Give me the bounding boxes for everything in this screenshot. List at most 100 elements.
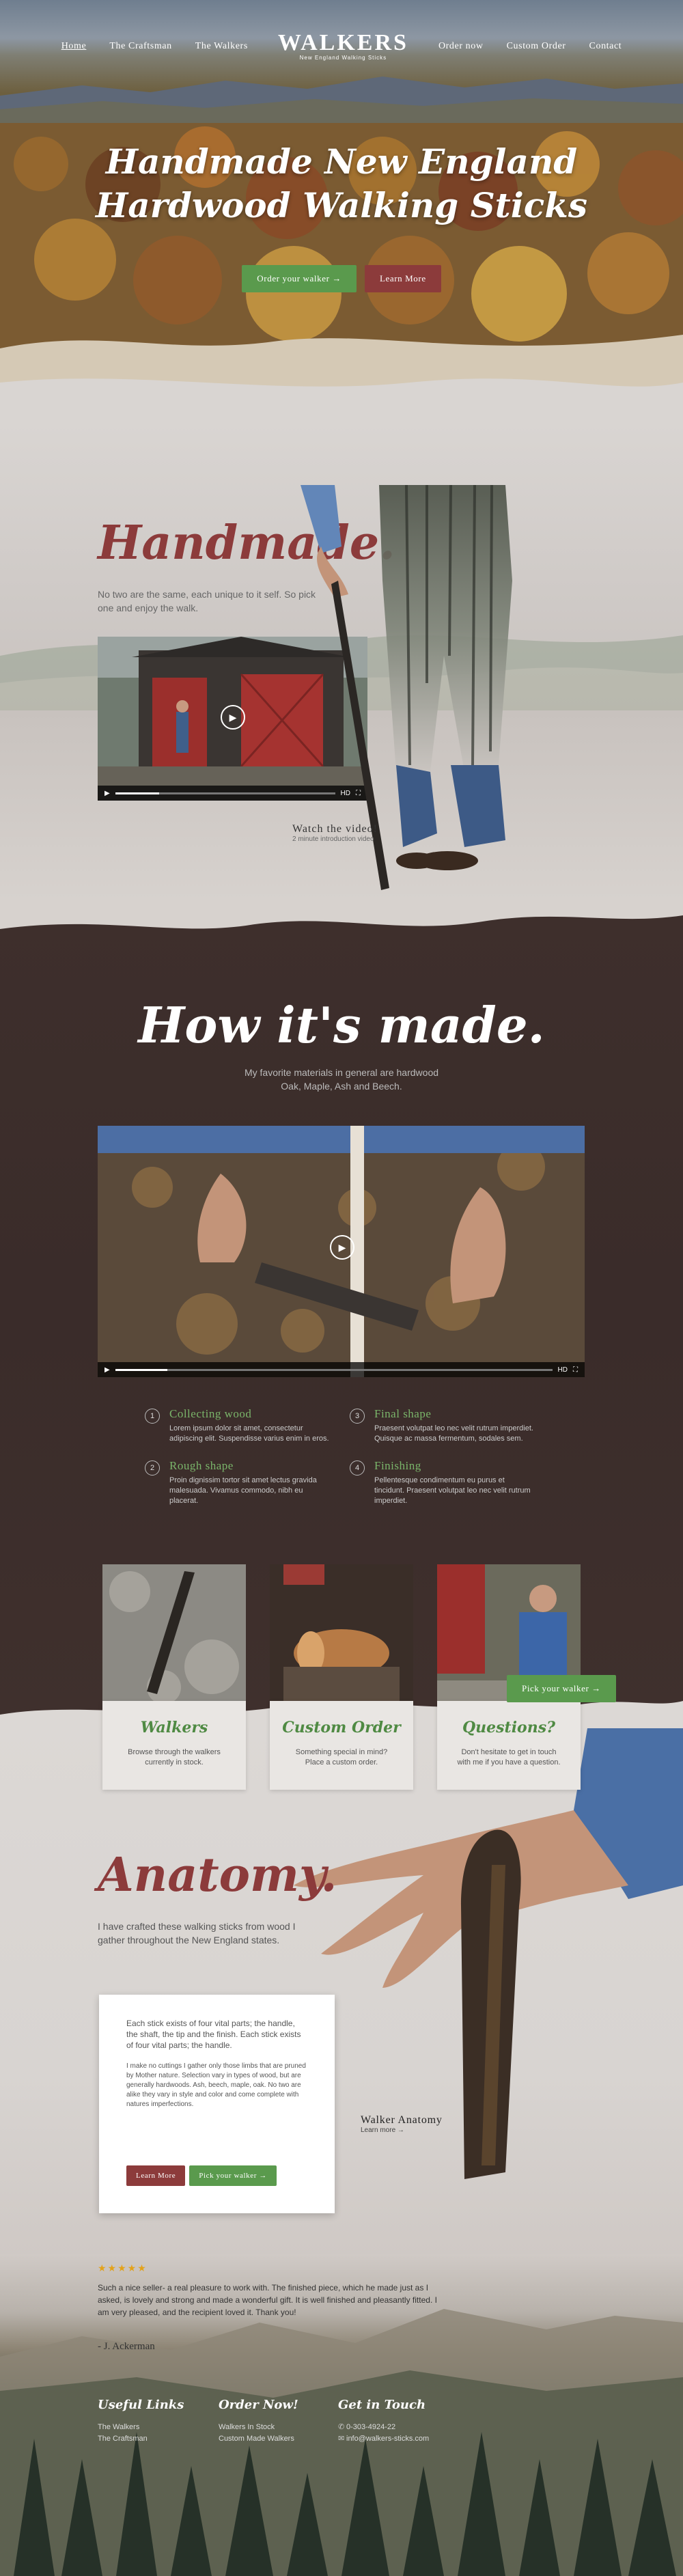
how-text-line2: Oak, Maple, Ash and Beech. <box>281 1081 402 1092</box>
footer-col-title: Useful Links <box>98 2398 184 2412</box>
handmade-section: Handmade. No two are the same, each uniq… <box>0 424 683 902</box>
anatomy-label-title: Walker Anatomy <box>361 2114 443 2126</box>
play-small-icon[interactable]: ▶ <box>104 1366 110 1374</box>
step-title: Final shape <box>374 1407 432 1420</box>
logo-tagline: New England Walking Sticks <box>299 55 387 61</box>
step-title: Rough shape <box>169 1459 234 1472</box>
hd-badge[interactable]: HD <box>558 1366 568 1374</box>
order-walker-button[interactable]: Order your walker → <box>242 265 357 292</box>
anatomy-text-card: Each stick exists of four vital parts; t… <box>99 1995 335 2213</box>
step-rough-shape: 2 Rough shape Proin dignissim tortor sit… <box>145 1459 350 1506</box>
phone-text: 0-303-4924-22 <box>346 2423 396 2431</box>
walker-anatomy-label[interactable]: Walker Anatomy Learn more → <box>361 2114 443 2134</box>
step-desc: Proin dignissim tortor sit amet lectus g… <box>169 1476 317 1505</box>
questions-card[interactable]: Questions? Don't hesitate to get in touc… <box>437 1701 581 1790</box>
watch-video-callout: Watch the video! 2 minute introduction v… <box>292 823 378 843</box>
play-icon[interactable]: ▶ <box>221 705 245 730</box>
watch-video-title: Watch the video! <box>292 823 378 835</box>
footer-col-title: Order Now! <box>219 2398 298 2412</box>
anatomy-card-text2: I make no cuttings I gather only those l… <box>126 2062 306 2108</box>
anatomy-card-text1: Each stick exists of four vital parts; t… <box>126 2019 301 2050</box>
learn-more-button[interactable]: Learn More <box>364 265 441 292</box>
anatomy-text: I have crafted these walking sticks from… <box>98 1921 296 1945</box>
footer-order-now: Order Now! Walkers In Stock Custom Made … <box>219 2398 298 2445</box>
hand-holding-stick <box>294 1728 683 2179</box>
custom-order-card[interactable]: Custom Order Something special in mind? … <box>270 1701 413 1790</box>
step-final-shape: 3 Final shape Praesent volutpat leo nec … <box>350 1407 555 1444</box>
anatomy-card-buttons: Learn More Pick your walker → <box>126 2165 277 2186</box>
step-desc: Lorem ipsum dolor sit amet, consectetur … <box>169 1424 329 1443</box>
footer-useful-links: Useful Links The Walkers The Craftsman <box>98 2398 184 2445</box>
card-desc: Don't hesitate to get in touch with me i… <box>457 1748 561 1767</box>
step-finishing: 4 Finishing Pellentesque condimentum eu … <box>350 1459 555 1506</box>
nav-walkers[interactable]: The Walkers <box>195 41 248 52</box>
footer-link[interactable]: The Craftsman <box>98 2433 184 2445</box>
card-title: Custom Order <box>282 1719 401 1736</box>
testimonial-quote: Such a nice seller- a real pleasure to w… <box>98 2283 437 2317</box>
video-progress[interactable] <box>115 1368 553 1371</box>
testimonial-author: - J. Ackerman <box>98 2341 155 2352</box>
walkers-photo[interactable] <box>102 1564 246 1708</box>
pick-walker-button[interactable]: Pick your walker → <box>189 2165 277 2186</box>
footer-get-in-touch: Get in Touch ✆ 0-303-4924-22 ✉ info@walker… <box>338 2398 429 2445</box>
rating-stars: ★★★★★ <box>98 2262 148 2273</box>
video-controls: ▶ HD ⛶ <box>98 1362 585 1377</box>
nav-home[interactable]: Home <box>61 41 87 52</box>
mountain-range <box>0 77 683 130</box>
anatomy-section: Walkers Browse through the walkers curre… <box>0 1675 683 2316</box>
footer-link[interactable]: Walkers In Stock <box>219 2422 298 2433</box>
card-desc: Browse through the walkers currently in … <box>128 1748 221 1767</box>
anatomy-title: Anatomy. <box>98 1848 337 1902</box>
footer-link[interactable]: The Walkers <box>98 2422 184 2433</box>
step-number: 1 <box>145 1409 160 1424</box>
step-title: Collecting wood <box>169 1407 252 1420</box>
how-its-made-section: How it's made. My favorite materials in … <box>0 902 683 1715</box>
card-title: Questions? <box>462 1719 555 1736</box>
play-icon[interactable]: ▶ <box>330 1235 354 1260</box>
process-steps: 1 Collecting wood Lorem ipsum dolor sit … <box>145 1407 555 1506</box>
hero-title-line1: Handmade New England <box>105 141 578 182</box>
nav-custom-order[interactable]: Custom Order <box>507 41 566 52</box>
watch-video-subtitle: 2 minute introduction video <box>292 835 374 843</box>
pick-walker-button[interactable]: Pick your walker → <box>507 1675 616 1702</box>
step-title: Finishing <box>374 1459 421 1472</box>
hero-cta-group: Order your walker → Learn More <box>0 265 683 292</box>
hero-title-line2: Hardwood Walking Sticks <box>95 185 588 225</box>
step-desc: Pellentesque condimentum eu purus et tin… <box>374 1476 531 1505</box>
step-number: 2 <box>145 1460 160 1476</box>
nav-order-now[interactable]: Order now <box>438 41 484 52</box>
logo-wordmark: WALKERS <box>277 30 408 55</box>
phone-icon: ✆ <box>338 2423 345 2431</box>
nav-contact[interactable]: Contact <box>589 41 622 52</box>
how-video[interactable]: ▶ ▶ HD ⛶ <box>98 1126 585 1377</box>
step-desc: Praesent volutpat leo nec velit rutrum i… <box>374 1424 533 1443</box>
step-collecting: 1 Collecting wood Lorem ipsum dolor sit … <box>145 1407 350 1444</box>
card-desc: Something special in mind? Place a custo… <box>295 1748 388 1767</box>
footer-email[interactable]: ✉ info@walkers-sticks.com <box>338 2433 429 2445</box>
nav-craftsman[interactable]: The Craftsman <box>109 41 171 52</box>
main-nav: Home The Craftsman The Walkers WALKERS N… <box>0 31 683 61</box>
hero-section: Home The Craftsman The Walkers WALKERS N… <box>0 0 683 424</box>
learn-more-button[interactable]: Learn More <box>126 2165 186 2186</box>
how-text: My favorite materials in general are har… <box>0 1066 683 1093</box>
step-number: 4 <box>350 1460 365 1476</box>
handmade-text: No two are the same, each unique to it s… <box>98 589 316 613</box>
anatomy-label-link[interactable]: Learn more → <box>361 2127 443 2134</box>
mail-icon: ✉ <box>338 2435 345 2443</box>
walkers-card[interactable]: Walkers Browse through the walkers curre… <box>102 1701 246 1790</box>
play-small-icon[interactable]: ▶ <box>104 790 110 797</box>
footer-phone[interactable]: ✆ 0-303-4924-22 <box>338 2422 429 2433</box>
footer-section: ★★★★★ Such a nice seller- a real pleasur… <box>0 2254 683 2576</box>
fullscreen-icon[interactable]: ⛶ <box>573 1366 578 1374</box>
card-title: Walkers <box>140 1719 208 1736</box>
email-text: info@walkers-sticks.com <box>346 2435 430 2443</box>
how-title: How it's made. <box>138 996 545 1054</box>
step-number: 3 <box>350 1409 365 1424</box>
how-text-line1: My favorite materials in general are har… <box>244 1067 439 1078</box>
hero-title: Handmade New England Hardwood Walking St… <box>0 140 683 227</box>
brush-divider <box>0 902 683 929</box>
custom-order-photo[interactable] <box>270 1564 413 1708</box>
footer-link[interactable]: Custom Made Walkers <box>219 2433 298 2445</box>
site-logo[interactable]: WALKERS New England Walking Sticks <box>278 31 408 61</box>
footer-col-title: Get in Touch <box>338 2398 426 2412</box>
